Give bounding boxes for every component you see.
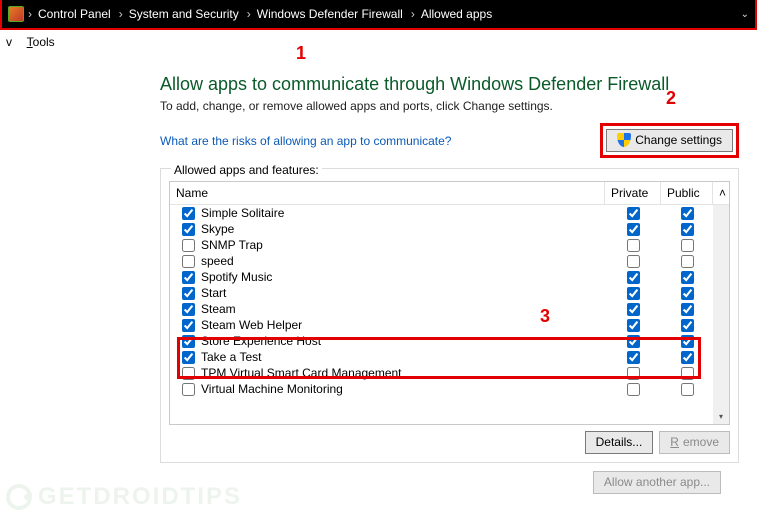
row-public-checkbox[interactable] <box>681 271 694 284</box>
chevron-right-icon: › <box>247 7 251 21</box>
crumb-3[interactable]: Allowed apps <box>421 7 492 21</box>
col-public[interactable]: Public <box>661 182 713 204</box>
menu-tools[interactable]: Tools <box>27 35 55 49</box>
crumb-1[interactable]: System and Security <box>129 7 239 21</box>
table-row[interactable]: Spotify Music <box>170 269 729 285</box>
control-panel-icon <box>8 6 24 22</box>
row-private-checkbox[interactable] <box>627 287 640 300</box>
row-public-checkbox[interactable] <box>681 207 694 220</box>
address-dropdown-icon[interactable]: ⌄ <box>741 9 749 20</box>
row-name-label: Steam Web Helper <box>201 318 302 332</box>
change-settings-button[interactable]: Change settings <box>606 129 733 152</box>
scrollbar[interactable]: ▾ <box>713 205 729 424</box>
row-name-label: SNMP Trap <box>201 238 263 252</box>
row-name-label: Start <box>201 286 226 300</box>
row-private-checkbox[interactable] <box>627 351 640 364</box>
col-scroll-spacer: ˄ <box>713 182 729 204</box>
row-enable-checkbox[interactable] <box>182 255 195 268</box>
row-enable-checkbox[interactable] <box>182 335 195 348</box>
row-public-checkbox[interactable] <box>681 239 694 252</box>
row-public-checkbox[interactable] <box>681 319 694 332</box>
row-enable-checkbox[interactable] <box>182 271 195 284</box>
row-enable-checkbox[interactable] <box>182 223 195 236</box>
col-name[interactable]: Name <box>170 182 605 204</box>
row-private-checkbox[interactable] <box>627 383 640 396</box>
row-public-checkbox[interactable] <box>681 351 694 364</box>
chevron-right-icon: › <box>119 7 123 21</box>
annotation-1: 1 <box>296 43 306 64</box>
row-public-checkbox[interactable] <box>681 255 694 268</box>
scroll-down-icon[interactable]: ▾ <box>713 408 729 424</box>
row-enable-checkbox[interactable] <box>182 351 195 364</box>
row-enable-checkbox[interactable] <box>182 239 195 252</box>
row-enable-checkbox[interactable] <box>182 207 195 220</box>
uac-shield-icon <box>617 133 631 147</box>
row-name-label: Take a Test <box>201 350 261 364</box>
row-private-checkbox[interactable] <box>627 255 640 268</box>
row-private-checkbox[interactable] <box>627 367 640 380</box>
row-name-label: Store Experience Host <box>201 334 321 348</box>
row-enable-checkbox[interactable] <box>182 319 195 332</box>
page-title: Allow apps to communicate through Window… <box>160 74 739 95</box>
table-row[interactable]: Steam Web Helper <box>170 317 729 333</box>
table-row[interactable]: Skype <box>170 221 729 237</box>
annotation-2: 2 <box>666 88 676 109</box>
row-public-checkbox[interactable] <box>681 287 694 300</box>
list-header: Name Private Public ˄ <box>170 182 729 205</box>
risks-link[interactable]: What are the risks of allowing an app to… <box>160 134 451 148</box>
allow-another-app-button[interactable]: Allow another app... <box>593 471 721 494</box>
table-row[interactable]: TPM Virtual Smart Card Management <box>170 365 729 381</box>
row-private-checkbox[interactable] <box>627 335 640 348</box>
table-row[interactable]: Store Experience Host <box>170 333 729 349</box>
row-name-label: Virtual Machine Monitoring <box>201 382 343 396</box>
row-public-checkbox[interactable] <box>681 303 694 316</box>
row-enable-checkbox[interactable] <box>182 383 195 396</box>
content-pane: Allow apps to communicate through Window… <box>0 54 757 494</box>
row-private-checkbox[interactable] <box>627 271 640 284</box>
chevron-right-icon: › <box>28 7 32 21</box>
row-private-checkbox[interactable] <box>627 319 640 332</box>
page-subtitle: To add, change, or remove allowed apps a… <box>160 99 739 113</box>
menu-view[interactable]: v <box>6 35 12 49</box>
table-row[interactable]: Take a Test <box>170 349 729 365</box>
row-public-checkbox[interactable] <box>681 383 694 396</box>
row-public-checkbox[interactable] <box>681 223 694 236</box>
allowed-apps-group: Allowed apps and features: Name Private … <box>160 168 739 463</box>
row-enable-checkbox[interactable] <box>182 287 195 300</box>
row-public-checkbox[interactable] <box>681 367 694 380</box>
address-bar[interactable]: › Control Panel › System and Security › Win… <box>0 0 757 30</box>
annotation-box-2: Change settings <box>600 123 739 158</box>
row-private-checkbox[interactable] <box>627 207 640 220</box>
row-private-checkbox[interactable] <box>627 223 640 236</box>
table-row[interactable]: Simple Solitaire <box>170 205 729 221</box>
table-row[interactable]: Steam <box>170 301 729 317</box>
col-private[interactable]: Private <box>605 182 661 204</box>
row-private-checkbox[interactable] <box>627 303 640 316</box>
row-name-label: speed <box>201 254 234 268</box>
group-label: Allowed apps and features: <box>171 163 322 177</box>
row-enable-checkbox[interactable] <box>182 367 195 380</box>
row-name-label: TPM Virtual Smart Card Management <box>201 366 402 380</box>
row-public-checkbox[interactable] <box>681 335 694 348</box>
crumb-0[interactable]: Control Panel <box>38 7 111 21</box>
crumb-2[interactable]: Windows Defender Firewall <box>257 7 403 21</box>
row-name-label: Simple Solitaire <box>201 206 284 220</box>
row-name-label: Spotify Music <box>201 270 272 284</box>
details-button[interactable]: Details... <box>585 431 654 454</box>
table-row[interactable]: Virtual Machine Monitoring <box>170 381 729 397</box>
row-name-label: Skype <box>201 222 234 236</box>
remove-button[interactable]: Remove <box>659 431 730 454</box>
row-name-label: Steam <box>201 302 236 316</box>
table-row[interactable]: speed <box>170 253 729 269</box>
chevron-right-icon: › <box>411 7 415 21</box>
table-row[interactable]: SNMP Trap <box>170 237 729 253</box>
menubar: v Tools <box>0 30 757 54</box>
row-private-checkbox[interactable] <box>627 239 640 252</box>
row-enable-checkbox[interactable] <box>182 303 195 316</box>
allowed-apps-list[interactable]: Name Private Public ˄ Simple Solitaire Sk… <box>169 181 730 425</box>
table-row[interactable]: Start <box>170 285 729 301</box>
